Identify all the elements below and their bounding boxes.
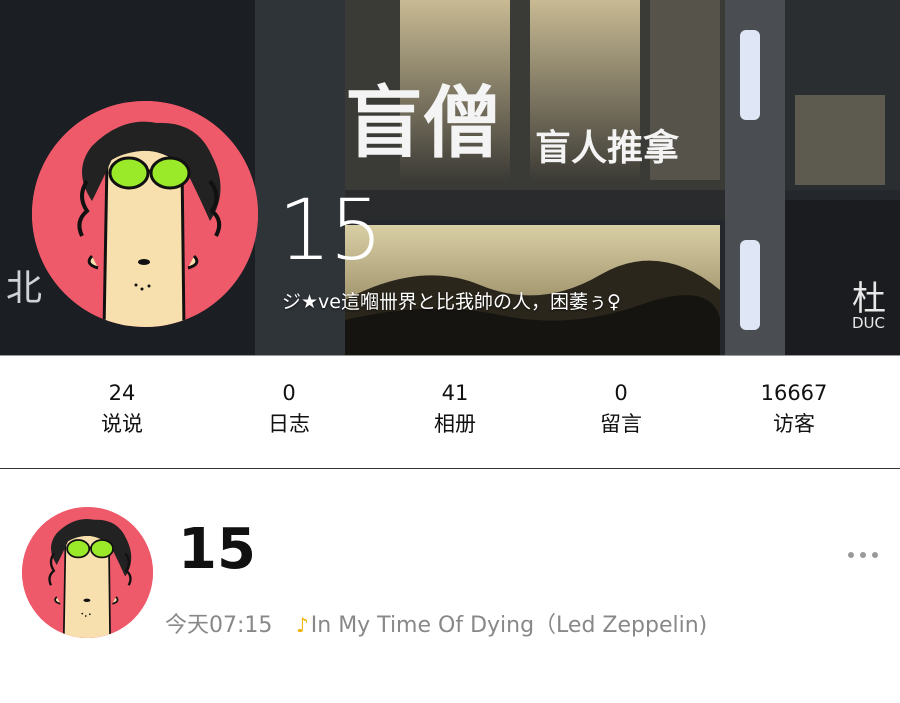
post-timestamp: 今天07:15: [165, 613, 273, 638]
more-options-button[interactable]: [843, 540, 883, 570]
profile-stats: 24 说说 0 日志 41 相册 0 留言 16667 访客: [0, 355, 900, 469]
stat-label: 说说: [101, 412, 143, 436]
profile-name: 15: [278, 181, 383, 279]
stat-label: 相册: [434, 412, 476, 436]
stat-journal[interactable]: 0 日志: [219, 378, 359, 440]
profile-page: 盲僧 盲人推拿 杜 DUC 北 15 ジ★ve這嗰卌界と比我帥の人，困萎ぅ♀ 2…: [0, 0, 900, 703]
post-author-name[interactable]: 15: [178, 522, 256, 578]
stat-shuoshuo[interactable]: 24 说说: [52, 378, 192, 440]
more-dots-icon: [848, 552, 854, 558]
post-author-avatar[interactable]: [22, 507, 153, 638]
stat-count: 41: [441, 381, 469, 405]
svg-text:盲人推拿: 盲人推拿: [535, 127, 679, 169]
stat-album[interactable]: 41 相册: [385, 378, 525, 440]
stat-count: 0: [282, 381, 296, 405]
music-title: In My Time Of Dying（Led Zeppelin): [310, 613, 708, 638]
profile-cover[interactable]: 盲僧 盲人推拿 杜 DUC 北 15 ジ★ve這嗰卌界と比我帥の人，困萎ぅ♀: [0, 0, 900, 355]
more-dots-icon: [860, 552, 866, 558]
stat-label: 访客: [773, 412, 815, 436]
cover-avatar[interactable]: [32, 101, 258, 327]
stat-messages[interactable]: 0 留言: [551, 378, 691, 440]
stat-count: 16667: [760, 381, 828, 405]
svg-text:北: 北: [6, 268, 42, 309]
avatar-illustration: [32, 101, 258, 327]
svg-text:盲僧: 盲僧: [345, 78, 501, 169]
stat-label: 日志: [268, 412, 310, 436]
stat-visitors[interactable]: 16667 访客: [724, 378, 864, 440]
profile-bio: ジ★ve這嗰卌界と比我帥の人，困萎ぅ♀: [282, 291, 621, 313]
more-dots-icon: [872, 552, 878, 558]
stat-count: 0: [614, 381, 628, 405]
music-note-icon: ♪: [296, 613, 309, 637]
svg-text:杜: 杜: [852, 279, 886, 319]
svg-text:DUC: DUC: [852, 314, 885, 332]
stat-label: 留言: [600, 412, 642, 436]
stat-count: 24: [108, 381, 136, 405]
post-music[interactable]: ♪In My Time Of Dying（Led Zeppelin): [296, 607, 707, 639]
avatar-illustration: [22, 507, 153, 638]
